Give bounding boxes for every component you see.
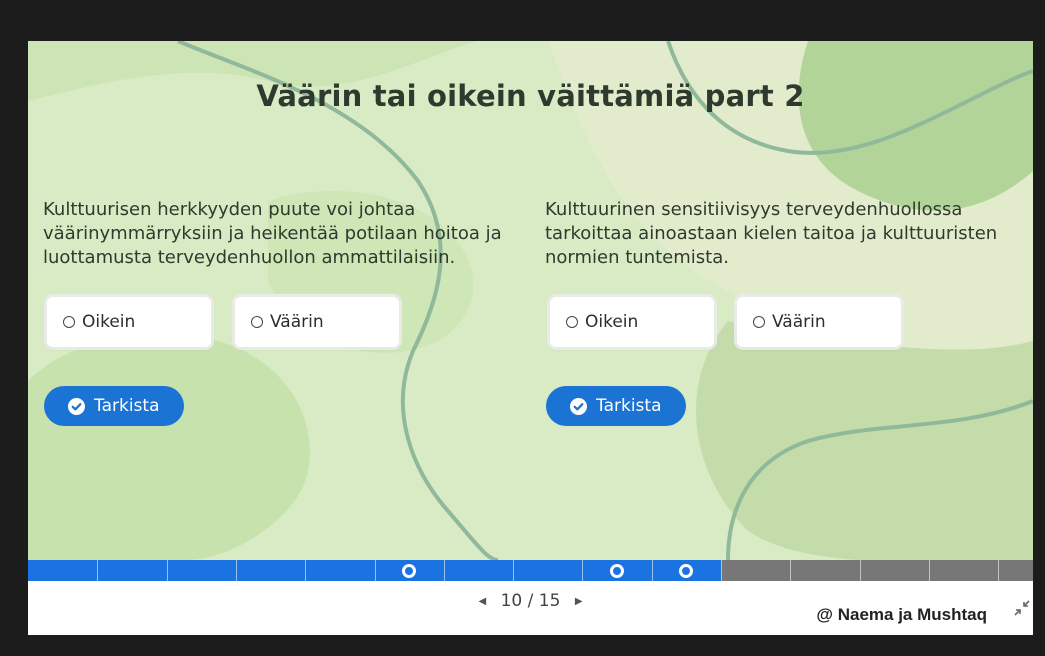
progress-separator [582, 560, 584, 581]
progress-segment[interactable] [235, 560, 306, 581]
progress-separator [859, 560, 861, 581]
radio-circle-icon [251, 316, 263, 328]
progress-separator [443, 560, 445, 581]
progress-separator [929, 560, 931, 581]
progress-separator [374, 560, 376, 581]
radio-circle-icon [566, 316, 578, 328]
viewer-footer: ◀ 10 / 15 ▶ @ Naema ja Mushtaq [28, 581, 1033, 635]
presentation-stage: Väärin tai oikein väittämiä part 2 Kultt… [28, 41, 1033, 635]
progress-separator [651, 560, 653, 581]
progress-separator [97, 560, 99, 581]
progress-segment[interactable] [97, 560, 167, 581]
check-circle-icon [570, 397, 587, 415]
progress-separator [235, 560, 237, 581]
slide-progress-bar[interactable] [28, 560, 1033, 581]
q1-option-vaarin-label: Väärin [270, 312, 324, 332]
q1-check-label: Tarkista [94, 396, 160, 416]
progress-segment[interactable] [859, 560, 930, 581]
question-2-text: Kulttuurinen sensitiivisyys terveydenhuo… [545, 199, 998, 268]
question-1-text: Kulttuurisen herkkyyden puute voi johtaa… [43, 199, 502, 268]
q2-option-oikein-label: Oikein [585, 312, 639, 332]
q1-option-oikein[interactable]: Oikein [47, 297, 211, 347]
q1-option-vaarin[interactable]: Väärin [235, 297, 399, 347]
check-circle-icon [68, 397, 85, 415]
progress-segment[interactable] [929, 560, 999, 581]
slide-title: Väärin tai oikein väittämiä part 2 [256, 79, 805, 113]
progress-segment[interactable] [28, 560, 98, 581]
progress-segment[interactable] [443, 560, 514, 581]
progress-separator [166, 560, 168, 581]
progress-separator [305, 560, 307, 581]
q2-option-vaarin-label: Väärin [772, 312, 826, 332]
progress-segment[interactable] [998, 560, 1033, 581]
progress-separator [790, 560, 792, 581]
q2-option-oikein[interactable]: Oikein [550, 297, 714, 347]
prev-slide-icon[interactable]: ◀ [469, 596, 495, 607]
progress-separator [998, 560, 1000, 581]
q2-check-button[interactable]: Tarkista [546, 386, 686, 426]
progress-segment[interactable] [513, 560, 583, 581]
collapse-icon[interactable] [1013, 599, 1031, 617]
q1-check-button[interactable]: Tarkista [44, 386, 184, 426]
author-credit: @ Naema ja Mushtaq [816, 605, 987, 624]
slide: Väärin tai oikein väittämiä part 2 Kultt… [28, 41, 1033, 560]
q2-check-label: Tarkista [596, 396, 662, 416]
next-slide-icon[interactable]: ▶ [566, 596, 592, 607]
q2-option-vaarin[interactable]: Väärin [737, 297, 901, 347]
progress-separator [721, 560, 723, 581]
page-indicator: 10 / 15 [500, 591, 561, 611]
q1-option-oikein-label: Oikein [82, 312, 136, 332]
progress-segment[interactable] [305, 560, 375, 581]
progress-separator [513, 560, 515, 581]
radio-circle-icon [63, 316, 75, 328]
radio-circle-icon [753, 316, 765, 328]
viewer-frame: Väärin tai oikein väittämiä part 2 Kultt… [0, 0, 1045, 656]
progress-segment[interactable] [166, 560, 236, 581]
progress-segment[interactable] [721, 560, 791, 581]
progress-segment[interactable] [790, 560, 860, 581]
